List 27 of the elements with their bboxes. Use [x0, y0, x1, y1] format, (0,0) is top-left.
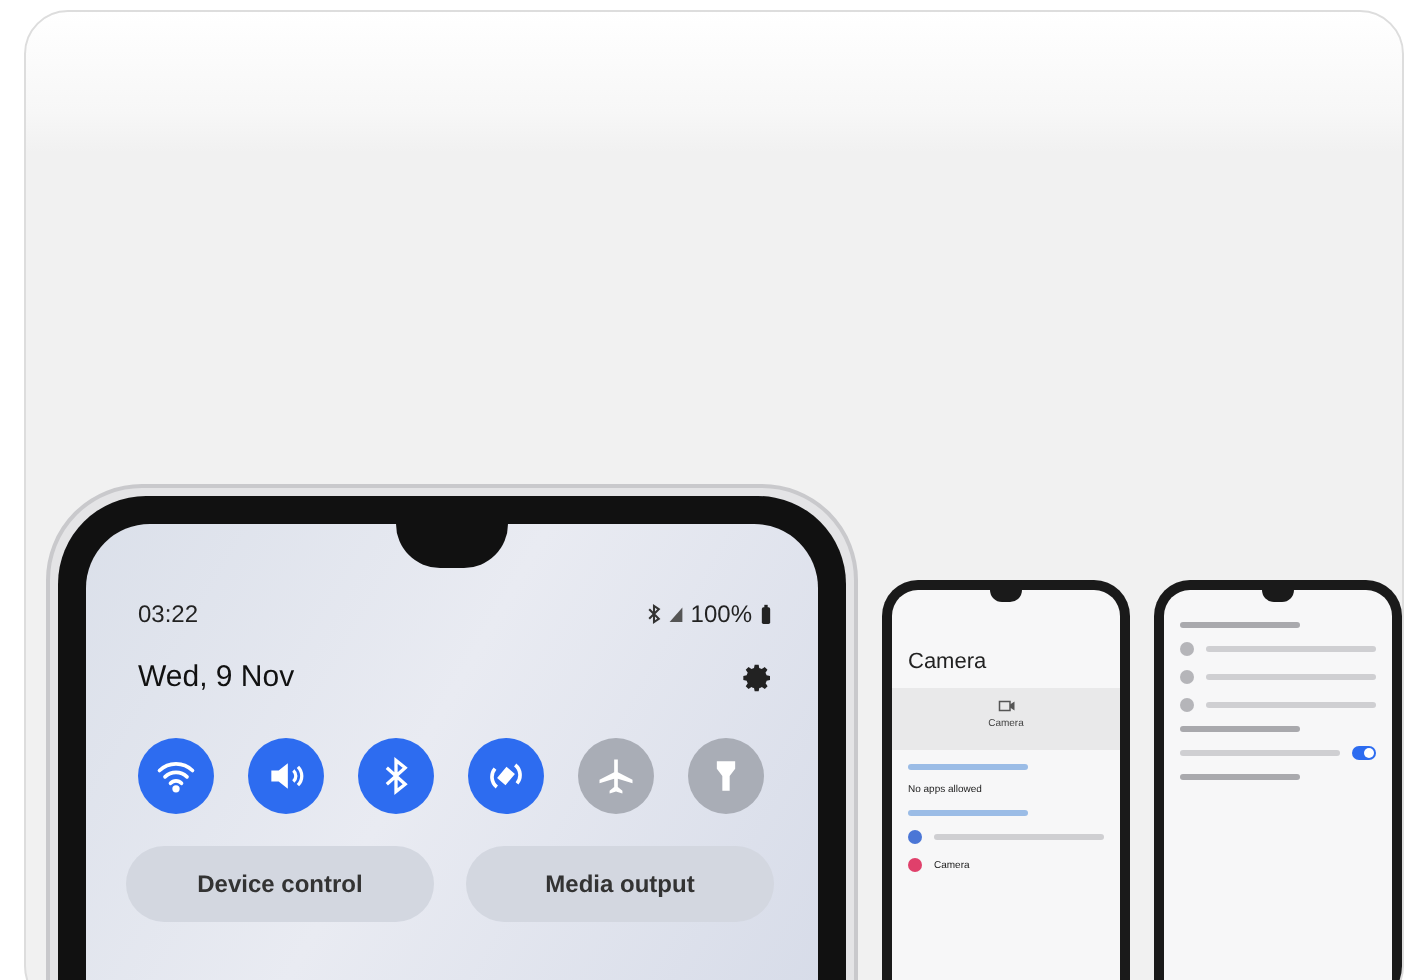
wifi-toggle[interactable]: [138, 738, 214, 814]
camera-notch: [990, 590, 1022, 602]
airplane-icon: [594, 754, 638, 798]
date-label: Wed, 9 Nov: [138, 660, 295, 694]
battery-icon: [758, 604, 774, 624]
battery-level: 100%: [690, 600, 752, 628]
blurred-text-drawing: [1180, 774, 1300, 780]
blurred-text-drawing: [908, 764, 1028, 770]
status-time: 03:22: [138, 600, 199, 628]
blurred-text-drawing: [908, 810, 1028, 816]
camera-notch: [1262, 590, 1294, 602]
sound-toggle[interactable]: [248, 738, 324, 814]
bluetooth-icon: [646, 604, 663, 624]
camera-icon: [997, 700, 1015, 712]
camera-notch: [396, 524, 508, 568]
settings-icon[interactable]: [742, 661, 774, 693]
quick-panel-button[interactable]: Media output: [466, 846, 774, 922]
blurred-text-drawing: [1180, 622, 1300, 628]
screen-title: Camera: [908, 650, 989, 674]
rotate-toggle[interactable]: [468, 738, 544, 814]
bluetooth-toggle[interactable]: [358, 738, 434, 814]
flashlight-toggle[interactable]: [688, 738, 764, 814]
blurred-text-drawing: [1180, 726, 1300, 732]
airplane-toggle[interactable]: [578, 738, 654, 814]
signal-icon: [668, 604, 685, 624]
toggle-switch[interactable]: [1352, 746, 1376, 760]
quick-panel-button[interactable]: Device control: [126, 846, 434, 922]
